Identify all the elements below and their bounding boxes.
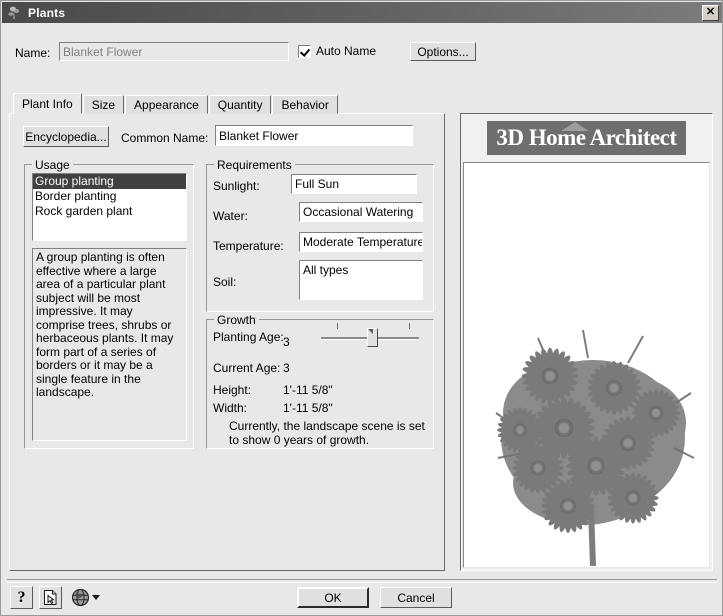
requirements-legend: Requirements: [214, 158, 295, 172]
growth-legend: Growth: [214, 313, 259, 327]
auto-name-checkbox[interactable]: Auto Name: [298, 44, 376, 58]
planting-age-label: Planting Age:: [213, 330, 284, 344]
current-age-label: Current Age:: [213, 361, 280, 375]
encyclopedia-button[interactable]: Encyclopedia...: [23, 126, 109, 147]
tab-quantity[interactable]: Quantity: [209, 95, 272, 114]
current-age-value: 3: [283, 361, 290, 375]
list-item[interactable]: Group planting: [33, 174, 186, 189]
plant-icon: [7, 5, 23, 21]
tab-appearance[interactable]: Appearance: [125, 95, 208, 114]
plants-dialog: Plants ✕ Name: Blanket Flower Auto Name …: [0, 0, 723, 616]
slider-tick: [337, 323, 338, 329]
height-value: 1'-11 5/8": [283, 383, 333, 397]
window-titlebar: Plants ✕: [2, 2, 723, 23]
usage-legend: Usage: [32, 158, 73, 172]
tab-bar: Plant Info Size Appearance Quantity Beha…: [13, 93, 339, 114]
brand-banner-area: 3D Home Architect: [461, 114, 712, 161]
auto-name-label: Auto Name: [316, 44, 376, 58]
temperature-label: Temperature:: [213, 239, 284, 253]
common-name-label: Common Name:: [121, 131, 208, 145]
options-button[interactable]: Options...: [410, 42, 476, 61]
list-item[interactable]: Rock garden plant: [33, 204, 186, 219]
slider-tick: [409, 323, 410, 329]
planting-age-value: 3: [283, 335, 290, 349]
close-icon[interactable]: ✕: [702, 5, 719, 21]
height-label: Height:: [213, 383, 251, 397]
soil-label: Soil:: [213, 275, 236, 289]
checkbox-box: [298, 45, 311, 58]
water-value: Occasional Watering: [299, 202, 423, 222]
document-pointer-icon[interactable]: [39, 586, 62, 609]
sunlight-value: Full Sun: [291, 174, 417, 194]
sunlight-label: Sunlight:: [213, 179, 260, 193]
ok-button[interactable]: OK: [297, 587, 369, 608]
help-icon[interactable]: ?: [10, 586, 33, 609]
globe-icon[interactable]: [69, 586, 92, 609]
water-label: Water:: [213, 209, 248, 223]
window-title: Plants: [28, 6, 702, 20]
planting-age-slider[interactable]: [319, 321, 421, 347]
common-name-input[interactable]: Blanket Flower: [215, 125, 413, 146]
slider-thumb[interactable]: [367, 328, 378, 347]
tab-plant-info[interactable]: Plant Info: [13, 93, 82, 114]
brand-banner: 3D Home Architect: [487, 121, 685, 155]
chevron-down-icon[interactable]: [92, 595, 100, 600]
preview-panel: 3D Home Architect: [460, 113, 713, 571]
name-label: Name:: [15, 46, 50, 60]
bottom-separator: [7, 579, 717, 583]
name-input[interactable]: Blanket Flower: [59, 42, 289, 61]
soil-value: All types: [299, 260, 423, 300]
plant-preview-canvas: [463, 162, 710, 568]
temperature-value: Moderate Temperature: [299, 232, 423, 252]
plant-image: [488, 318, 698, 568]
growth-note: Currently, the landscape scene is set to…: [229, 419, 427, 447]
name-row: Name: Blanket Flower Auto Name Options..…: [1, 41, 723, 67]
tab-behavior[interactable]: Behavior: [272, 95, 337, 114]
list-item[interactable]: Border planting: [33, 189, 186, 204]
width-label: Width:: [213, 401, 247, 415]
tab-size[interactable]: Size: [83, 95, 124, 114]
cancel-button[interactable]: Cancel: [380, 587, 452, 608]
usage-listbox[interactable]: Group planting Border planting Rock gard…: [32, 173, 187, 241]
usage-description: A group planting is often effective wher…: [32, 248, 187, 441]
width-value: 1'-11 5/8": [283, 401, 333, 415]
house-roof-icon: [561, 122, 589, 131]
